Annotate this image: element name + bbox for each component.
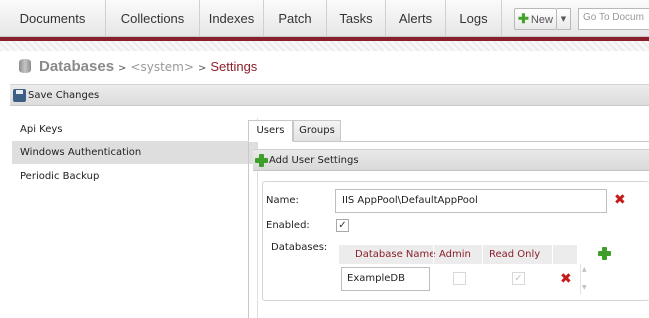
nav-tasks[interactable]: Tasks	[327, 0, 386, 37]
enabled-checkbox[interactable]: ✓	[336, 219, 349, 232]
breadcrumb-system[interactable]: <system>	[130, 60, 194, 74]
dropdown-arrow-icon[interactable]: ▼	[557, 8, 571, 30]
menu-item-periodic-backup[interactable]: Periodic Backup	[12, 165, 258, 188]
column-read-only: Read Only	[489, 249, 541, 260]
checkmark-icon: ✓	[338, 220, 347, 231]
checkmark-icon: ✓	[514, 273, 523, 284]
nav-logs[interactable]: Logs	[446, 0, 502, 37]
save-changes-button[interactable]: Save Changes	[10, 84, 649, 106]
nav-indexes[interactable]: Indexes	[200, 0, 264, 37]
read-only-checkbox[interactable]: ✓	[512, 272, 525, 285]
admin-checkbox[interactable]	[453, 272, 466, 285]
database-icon	[19, 59, 31, 73]
column-divider	[552, 245, 553, 264]
new-button-label: New	[530, 14, 553, 26]
save-changes-label: Save Changes	[28, 90, 100, 101]
add-database-plus-icon[interactable]	[598, 247, 611, 260]
nav-patch[interactable]: Patch	[264, 0, 327, 37]
settings-menu: Api Keys Windows Authentication Periodic…	[12, 118, 258, 318]
hatched-divider	[0, 41, 649, 51]
nav-alerts[interactable]: Alerts	[386, 0, 446, 37]
column-database-name: Database Name	[355, 249, 436, 260]
add-user-settings-label: Add User Settings	[269, 155, 359, 166]
save-disk-icon	[13, 89, 26, 102]
go-to-document-input[interactable]: Go To Docum	[578, 8, 649, 30]
new-button[interactable]: ✚ New	[514, 8, 557, 30]
tab-pane-border	[248, 141, 249, 318]
add-user-settings-button[interactable]: Add User Settings	[253, 149, 649, 171]
menu-item-windows-authentication[interactable]: Windows Authentication	[12, 141, 258, 164]
breadcrumb-separator: >	[197, 63, 207, 74]
enabled-label: Enabled:	[266, 220, 310, 231]
column-admin: Admin	[439, 249, 471, 260]
tab-groups[interactable]: Groups	[293, 120, 341, 142]
databases-grid-header: Database Name Admin Read Only	[339, 245, 577, 264]
top-nav-bar: Documents Collections Indexes Patch Task…	[0, 0, 649, 37]
database-name-input[interactable]: ExampleDB	[341, 267, 430, 291]
user-name-input[interactable]: IIS AppPool\DefaultAppPool	[335, 189, 607, 213]
add-plus-icon	[255, 154, 268, 167]
databases-label: Databases:	[271, 242, 328, 253]
delete-database-x-icon[interactable]: ✖	[560, 272, 572, 286]
nav-collections[interactable]: Collections	[106, 0, 200, 37]
menu-item-api-keys[interactable]: Api Keys	[12, 118, 258, 141]
scroll-up-arrow-icon[interactable]: ▲	[582, 266, 587, 273]
breadcrumb-settings: Settings	[210, 59, 258, 74]
add-plus-icon: ✚	[518, 11, 529, 26]
tab-users[interactable]: Users	[248, 120, 293, 142]
column-divider	[482, 245, 483, 264]
name-label: Name:	[266, 195, 299, 206]
scroll-down-arrow-icon[interactable]: ▼	[582, 284, 587, 291]
breadcrumb: Databases > <system> > Settings	[19, 57, 257, 77]
breadcrumb-databases[interactable]: Databases	[39, 58, 114, 75]
nav-documents[interactable]: Documents	[0, 0, 106, 37]
column-divider	[433, 245, 434, 264]
delete-x-icon[interactable]: ✖	[614, 193, 626, 207]
breadcrumb-separator: >	[118, 63, 127, 74]
grid-scrollbar[interactable]: ▲ ▼	[580, 264, 589, 294]
